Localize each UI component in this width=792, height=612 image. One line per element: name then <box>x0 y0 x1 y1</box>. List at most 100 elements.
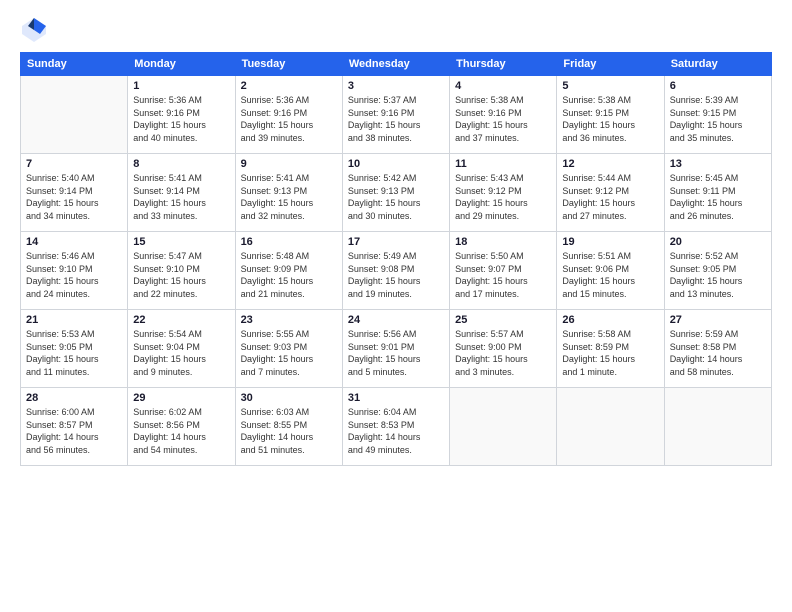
calendar-cell <box>21 76 128 154</box>
day-info: Sunrise: 6:02 AM Sunset: 8:56 PM Dayligh… <box>133 406 229 456</box>
header <box>20 16 772 44</box>
day-number: 2 <box>241 80 337 92</box>
day-info: Sunrise: 5:38 AM Sunset: 9:16 PM Dayligh… <box>455 94 551 144</box>
day-info: Sunrise: 5:58 AM Sunset: 8:59 PM Dayligh… <box>562 328 658 378</box>
calendar-table: SundayMondayTuesdayWednesdayThursdayFrid… <box>20 52 772 466</box>
weekday-header: Tuesday <box>235 53 342 76</box>
day-info: Sunrise: 5:39 AM Sunset: 9:15 PM Dayligh… <box>670 94 766 144</box>
calendar-cell <box>557 388 664 466</box>
weekday-header: Sunday <box>21 53 128 76</box>
day-info: Sunrise: 6:00 AM Sunset: 8:57 PM Dayligh… <box>26 406 122 456</box>
day-number: 14 <box>26 236 122 248</box>
day-number: 21 <box>26 314 122 326</box>
weekday-header: Friday <box>557 53 664 76</box>
calendar-cell: 8Sunrise: 5:41 AM Sunset: 9:14 PM Daylig… <box>128 154 235 232</box>
day-number: 18 <box>455 236 551 248</box>
calendar-row: 1 Sunrise: 5:36 AM Sunset: 9:16 PM Daylig… <box>21 76 772 154</box>
day-info: Sunrise: 5:47 AM Sunset: 9:10 PM Dayligh… <box>133 250 229 300</box>
day-info: Sunrise: 5:56 AM Sunset: 9:01 PM Dayligh… <box>348 328 444 378</box>
calendar-cell: 29 Sunrise: 6:02 AM Sunset: 8:56 PM Dayli… <box>128 388 235 466</box>
calendar-cell: 12 Sunrise: 5:44 AM Sunset: 9:12 PM Dayli… <box>557 154 664 232</box>
day-info: Sunrise: 5:46 AM Sunset: 9:10 PM Dayligh… <box>26 250 122 300</box>
calendar-header-row: SundayMondayTuesdayWednesdayThursdayFrid… <box>21 53 772 76</box>
day-number: 11 <box>455 158 551 170</box>
calendar-cell: 9 Sunrise: 5:41 AM Sunset: 9:13 PM Daylig… <box>235 154 342 232</box>
calendar-cell: 15 Sunrise: 5:47 AM Sunset: 9:10 PM Dayli… <box>128 232 235 310</box>
day-number: 29 <box>133 392 229 404</box>
calendar-cell: 2 Sunrise: 5:36 AM Sunset: 9:16 PM Daylig… <box>235 76 342 154</box>
calendar-cell: 7 Sunrise: 5:40 AM Sunset: 9:14 PM Daylig… <box>21 154 128 232</box>
weekday-header: Monday <box>128 53 235 76</box>
calendar-cell: 26 Sunrise: 5:58 AM Sunset: 8:59 PM Dayli… <box>557 310 664 388</box>
day-info: Sunrise: 5:40 AM Sunset: 9:14 PM Dayligh… <box>26 172 122 222</box>
day-info: Sunrise: 5:37 AM Sunset: 9:16 PM Dayligh… <box>348 94 444 144</box>
logo <box>20 16 52 44</box>
day-number: 5 <box>562 80 658 92</box>
day-info: Sunrise: 5:36 AM Sunset: 9:16 PM Dayligh… <box>241 94 337 144</box>
day-info: Sunrise: 5:59 AM Sunset: 8:58 PM Dayligh… <box>670 328 766 378</box>
day-number: 10 <box>348 158 444 170</box>
calendar-cell <box>450 388 557 466</box>
calendar-cell: 18 Sunrise: 5:50 AM Sunset: 9:07 PM Dayli… <box>450 232 557 310</box>
calendar-cell: 16 Sunrise: 5:48 AM Sunset: 9:09 PM Dayli… <box>235 232 342 310</box>
page: SundayMondayTuesdayWednesdayThursdayFrid… <box>0 0 792 612</box>
calendar-cell: 28Sunrise: 6:00 AM Sunset: 8:57 PM Dayli… <box>21 388 128 466</box>
day-number: 22 <box>133 314 229 326</box>
day-number: 27 <box>670 314 766 326</box>
weekday-header: Thursday <box>450 53 557 76</box>
day-number: 30 <box>241 392 337 404</box>
day-info: Sunrise: 5:48 AM Sunset: 9:09 PM Dayligh… <box>241 250 337 300</box>
day-info: Sunrise: 5:57 AM Sunset: 9:00 PM Dayligh… <box>455 328 551 378</box>
calendar-cell: 24 Sunrise: 5:56 AM Sunset: 9:01 PM Dayli… <box>342 310 449 388</box>
day-info: Sunrise: 5:52 AM Sunset: 9:05 PM Dayligh… <box>670 250 766 300</box>
day-number: 25 <box>455 314 551 326</box>
day-info: Sunrise: 5:41 AM Sunset: 9:13 PM Dayligh… <box>241 172 337 222</box>
day-info: Sunrise: 5:53 AM Sunset: 9:05 PM Dayligh… <box>26 328 122 378</box>
calendar-cell: 21 Sunrise: 5:53 AM Sunset: 9:05 PM Dayli… <box>21 310 128 388</box>
calendar-cell: 17Sunrise: 5:49 AM Sunset: 9:08 PM Dayli… <box>342 232 449 310</box>
calendar-row: 28Sunrise: 6:00 AM Sunset: 8:57 PM Dayli… <box>21 388 772 466</box>
day-info: Sunrise: 5:54 AM Sunset: 9:04 PM Dayligh… <box>133 328 229 378</box>
day-number: 12 <box>562 158 658 170</box>
day-number: 26 <box>562 314 658 326</box>
calendar-row: 21 Sunrise: 5:53 AM Sunset: 9:05 PM Dayli… <box>21 310 772 388</box>
day-number: 31 <box>348 392 444 404</box>
day-info: Sunrise: 5:36 AM Sunset: 9:16 PM Dayligh… <box>133 94 229 144</box>
calendar-cell: 5 Sunrise: 5:38 AM Sunset: 9:15 PM Daylig… <box>557 76 664 154</box>
calendar-cell: 20Sunrise: 5:52 AM Sunset: 9:05 PM Dayli… <box>664 232 771 310</box>
calendar-cell: 14 Sunrise: 5:46 AM Sunset: 9:10 PM Dayli… <box>21 232 128 310</box>
calendar-cell: 11Sunrise: 5:43 AM Sunset: 9:12 PM Dayli… <box>450 154 557 232</box>
calendar-cell: 31 Sunrise: 6:04 AM Sunset: 8:53 PM Dayli… <box>342 388 449 466</box>
day-number: 15 <box>133 236 229 248</box>
day-number: 3 <box>348 80 444 92</box>
day-number: 9 <box>241 158 337 170</box>
day-info: Sunrise: 5:41 AM Sunset: 9:14 PM Dayligh… <box>133 172 229 222</box>
calendar-cell: 4 Sunrise: 5:38 AM Sunset: 9:16 PM Daylig… <box>450 76 557 154</box>
day-number: 17 <box>348 236 444 248</box>
calendar-cell: 27 Sunrise: 5:59 AM Sunset: 8:58 PM Dayli… <box>664 310 771 388</box>
day-number: 4 <box>455 80 551 92</box>
calendar-cell: 1 Sunrise: 5:36 AM Sunset: 9:16 PM Daylig… <box>128 76 235 154</box>
day-info: Sunrise: 5:51 AM Sunset: 9:06 PM Dayligh… <box>562 250 658 300</box>
calendar-cell: 25 Sunrise: 5:57 AM Sunset: 9:00 PM Dayli… <box>450 310 557 388</box>
day-number: 1 <box>133 80 229 92</box>
day-info: Sunrise: 5:50 AM Sunset: 9:07 PM Dayligh… <box>455 250 551 300</box>
day-number: 24 <box>348 314 444 326</box>
calendar-cell: 13Sunrise: 5:45 AM Sunset: 9:11 PM Dayli… <box>664 154 771 232</box>
calendar-cell: 23Sunrise: 5:55 AM Sunset: 9:03 PM Dayli… <box>235 310 342 388</box>
day-info: Sunrise: 5:38 AM Sunset: 9:15 PM Dayligh… <box>562 94 658 144</box>
calendar-cell: 30 Sunrise: 6:03 AM Sunset: 8:55 PM Dayli… <box>235 388 342 466</box>
day-number: 16 <box>241 236 337 248</box>
day-number: 23 <box>241 314 337 326</box>
day-number: 19 <box>562 236 658 248</box>
day-number: 6 <box>670 80 766 92</box>
weekday-header: Saturday <box>664 53 771 76</box>
day-info: Sunrise: 6:03 AM Sunset: 8:55 PM Dayligh… <box>241 406 337 456</box>
day-info: Sunrise: 5:44 AM Sunset: 9:12 PM Dayligh… <box>562 172 658 222</box>
day-number: 13 <box>670 158 766 170</box>
day-info: Sunrise: 5:42 AM Sunset: 9:13 PM Dayligh… <box>348 172 444 222</box>
day-info: Sunrise: 6:04 AM Sunset: 8:53 PM Dayligh… <box>348 406 444 456</box>
calendar-cell: 19 Sunrise: 5:51 AM Sunset: 9:06 PM Dayli… <box>557 232 664 310</box>
calendar-row: 7 Sunrise: 5:40 AM Sunset: 9:14 PM Daylig… <box>21 154 772 232</box>
day-number: 7 <box>26 158 122 170</box>
